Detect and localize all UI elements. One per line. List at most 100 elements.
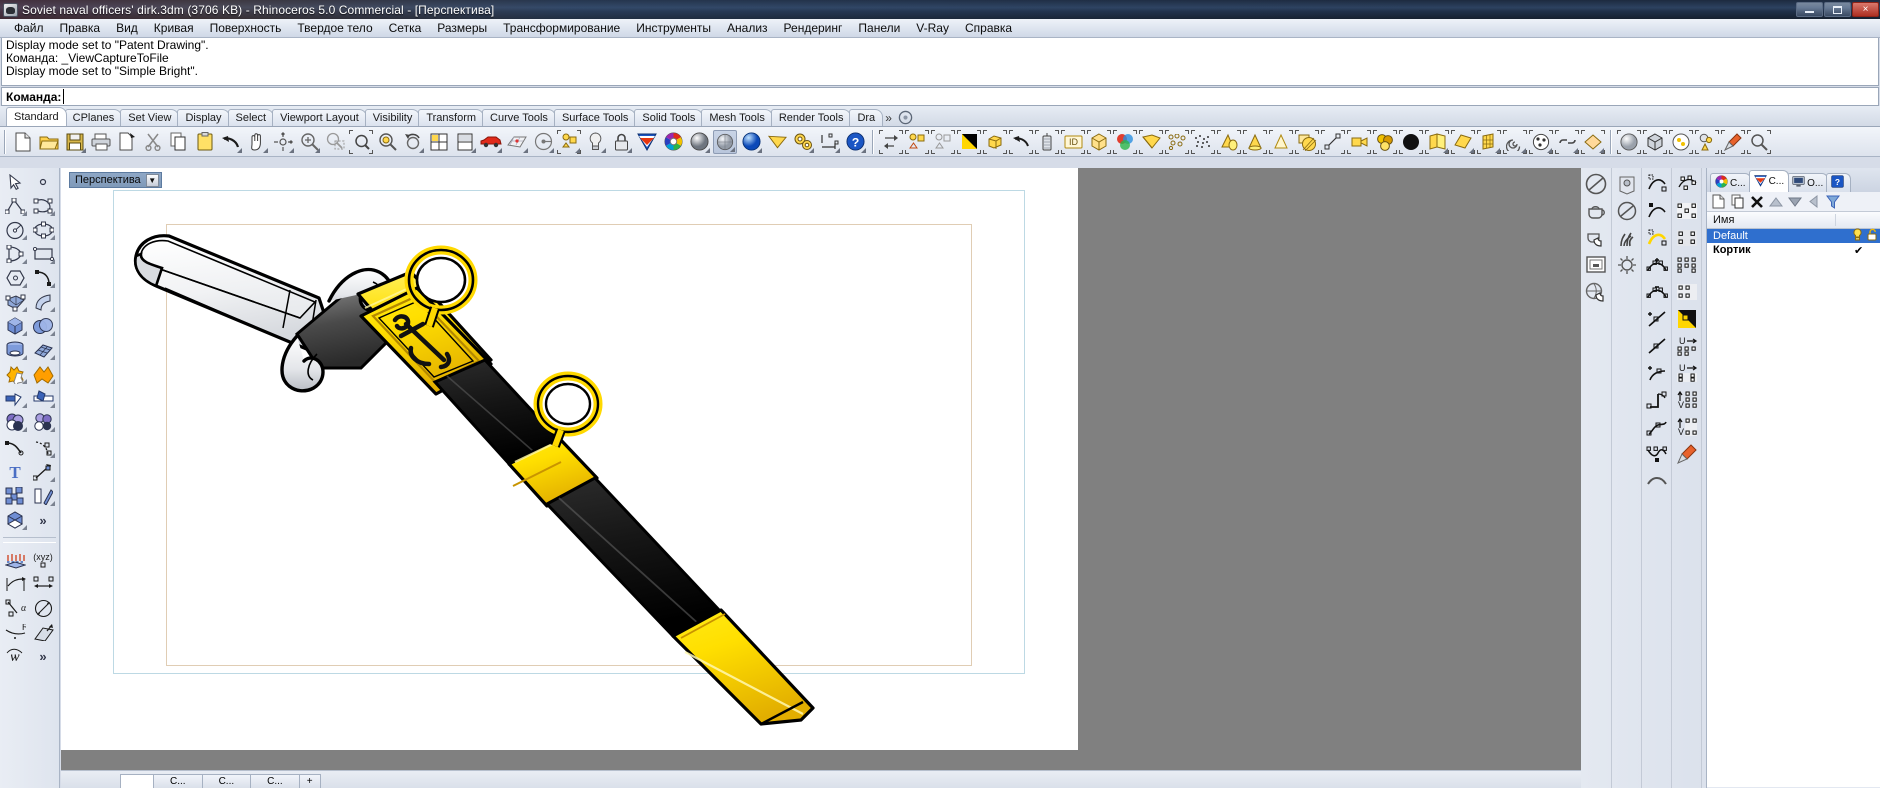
grid-snap-icon[interactable]: [505, 130, 529, 154]
open-folder-icon[interactable]: [37, 130, 61, 154]
array-icon[interactable]: [1, 484, 29, 508]
tab-viewport-layout[interactable]: Viewport Layout: [272, 109, 367, 126]
copy-layer-icon[interactable]: [1729, 193, 1746, 210]
tab-transform[interactable]: Transform: [418, 109, 485, 126]
zoom-previous-icon[interactable]: [401, 130, 425, 154]
vray-material-icon[interactable]: [1695, 129, 1719, 154]
tab-visibility[interactable]: Visibility: [364, 109, 421, 126]
color-mix-icon[interactable]: [1113, 129, 1137, 154]
ellipse-icon[interactable]: [29, 218, 57, 242]
swap-objects-icon[interactable]: [879, 129, 903, 154]
tab-drafting[interactable]: Dra: [849, 109, 884, 126]
copy-to-clipboard-icon[interactable]: [115, 130, 139, 154]
camera-icon[interactable]: [1347, 129, 1371, 154]
filter-icon[interactable]: [1824, 193, 1841, 210]
blend-colors-icon[interactable]: [1, 410, 29, 434]
chevron-down-icon[interactable]: ▼: [145, 173, 159, 187]
insert-kink-icon[interactable]: [1642, 305, 1672, 332]
table-row[interactable]: Default: [1707, 228, 1880, 244]
surface-from-curves-icon[interactable]: [1, 290, 29, 314]
split-view-icon[interactable]: [453, 130, 477, 154]
match-layer-icon[interactable]: [931, 129, 955, 154]
globe-hand-icon[interactable]: [1581, 278, 1611, 305]
maximize-button[interactable]: [1824, 2, 1851, 17]
material-cone-icon[interactable]: [1217, 129, 1241, 154]
car-render-icon[interactable]: [479, 130, 503, 154]
more-icon[interactable]: »: [29, 508, 57, 532]
more-icon[interactable]: »: [29, 644, 57, 668]
layers-table[interactable]: Имя Default Кортик ✔: [1707, 212, 1880, 787]
gem-icon[interactable]: [1581, 129, 1605, 154]
scale-icon[interactable]: [29, 460, 57, 484]
surface-grid-1-icon[interactable]: [1672, 197, 1702, 224]
curve-point-off-icon[interactable]: [1642, 197, 1672, 224]
tab-display[interactable]: O...: [1787, 173, 1829, 192]
status-tab-0[interactable]: [120, 774, 154, 788]
tab-cplanes[interactable]: CPlanes: [64, 109, 123, 126]
cone-outline-icon[interactable]: [1269, 129, 1293, 154]
text-icon[interactable]: T: [1, 460, 29, 484]
materials-icon[interactable]: [1373, 129, 1397, 154]
move-up-icon[interactable]: [1767, 193, 1784, 210]
vray-search-icon[interactable]: [1747, 129, 1771, 154]
menu-item-view[interactable]: Вид: [108, 19, 146, 37]
status-tab-3[interactable]: C...: [250, 774, 300, 788]
black-white-icon[interactable]: [957, 129, 981, 154]
unlock-icon[interactable]: [1864, 228, 1880, 244]
curve-icon[interactable]: [29, 194, 57, 218]
menu-item-transform[interactable]: Трансформирование: [495, 19, 628, 37]
box-edit-icon[interactable]: [983, 129, 1007, 154]
cut-icon[interactable]: [141, 130, 165, 154]
sphere-icon[interactable]: [29, 314, 57, 338]
zebra-analysis-icon[interactable]: [1035, 129, 1059, 154]
surface-grid-2-icon[interactable]: [1672, 224, 1702, 251]
insert-point-icon[interactable]: [1642, 359, 1672, 386]
new-layer-icon[interactable]: [1710, 193, 1727, 210]
free-form-curve-icon[interactable]: [29, 266, 57, 290]
teapot-hand-icon[interactable]: [1581, 224, 1611, 251]
planar-icon[interactable]: [557, 129, 581, 154]
circle-icon[interactable]: [1, 218, 29, 242]
point-icon[interactable]: [29, 170, 57, 194]
undo-view-icon[interactable]: [1009, 129, 1033, 154]
command-line[interactable]: Команда:: [1, 87, 1879, 106]
ghosted-sphere-icon[interactable]: [713, 129, 737, 154]
fillet-curve-icon[interactable]: [1, 436, 29, 460]
tab-layers[interactable]: C...: [1748, 170, 1790, 192]
render-window-icon[interactable]: [1581, 251, 1611, 278]
menu-item-edit[interactable]: Правка: [52, 19, 109, 37]
fold-surface-icon[interactable]: [1425, 129, 1449, 154]
surface-v-direction-2-icon[interactable]: V: [1672, 413, 1702, 440]
surface-grid-3-icon[interactable]: [1672, 251, 1702, 278]
render-settings-icon[interactable]: [1612, 170, 1642, 197]
close-button[interactable]: ×: [1852, 2, 1879, 17]
lock-icon[interactable]: [609, 130, 633, 154]
light-icon[interactable]: [583, 130, 607, 154]
pan-icon[interactable]: [245, 130, 269, 154]
vray-cube-icon[interactable]: [1643, 129, 1667, 154]
text-curve-icon[interactable]: ѡ: [1, 644, 29, 668]
status-tab-2[interactable]: C...: [201, 774, 252, 788]
menu-item-panels[interactable]: Панели: [850, 19, 908, 37]
status-tab-1[interactable]: C...: [153, 774, 203, 788]
point-cloud-icon[interactable]: [1165, 129, 1189, 154]
no-render-icon[interactable]: [1581, 170, 1611, 197]
curve-point-on-icon[interactable]: [1642, 170, 1672, 197]
chain-link-icon[interactable]: [1555, 129, 1579, 154]
plane-surface-icon[interactable]: [1451, 129, 1475, 154]
polygon-icon[interactable]: [1, 266, 29, 290]
mirror-icon[interactable]: [29, 484, 57, 508]
surface-sweep-icon[interactable]: [29, 290, 57, 314]
menu-item-render[interactable]: Рендеринг: [776, 19, 851, 37]
tab-standard[interactable]: Standard: [6, 107, 67, 126]
back-icon[interactable]: [1805, 193, 1822, 210]
paste-icon[interactable]: [193, 130, 217, 154]
hatch-icon[interactable]: [1295, 129, 1319, 154]
box-icon[interactable]: [1, 314, 29, 338]
command-input[interactable]: [63, 89, 1878, 104]
point-colors-icon[interactable]: [29, 410, 57, 434]
trim-icon[interactable]: [1, 386, 29, 410]
teapot-icon[interactable]: [1581, 197, 1611, 224]
arc-icon[interactable]: [1, 242, 29, 266]
tab-display[interactable]: Display: [177, 109, 230, 126]
